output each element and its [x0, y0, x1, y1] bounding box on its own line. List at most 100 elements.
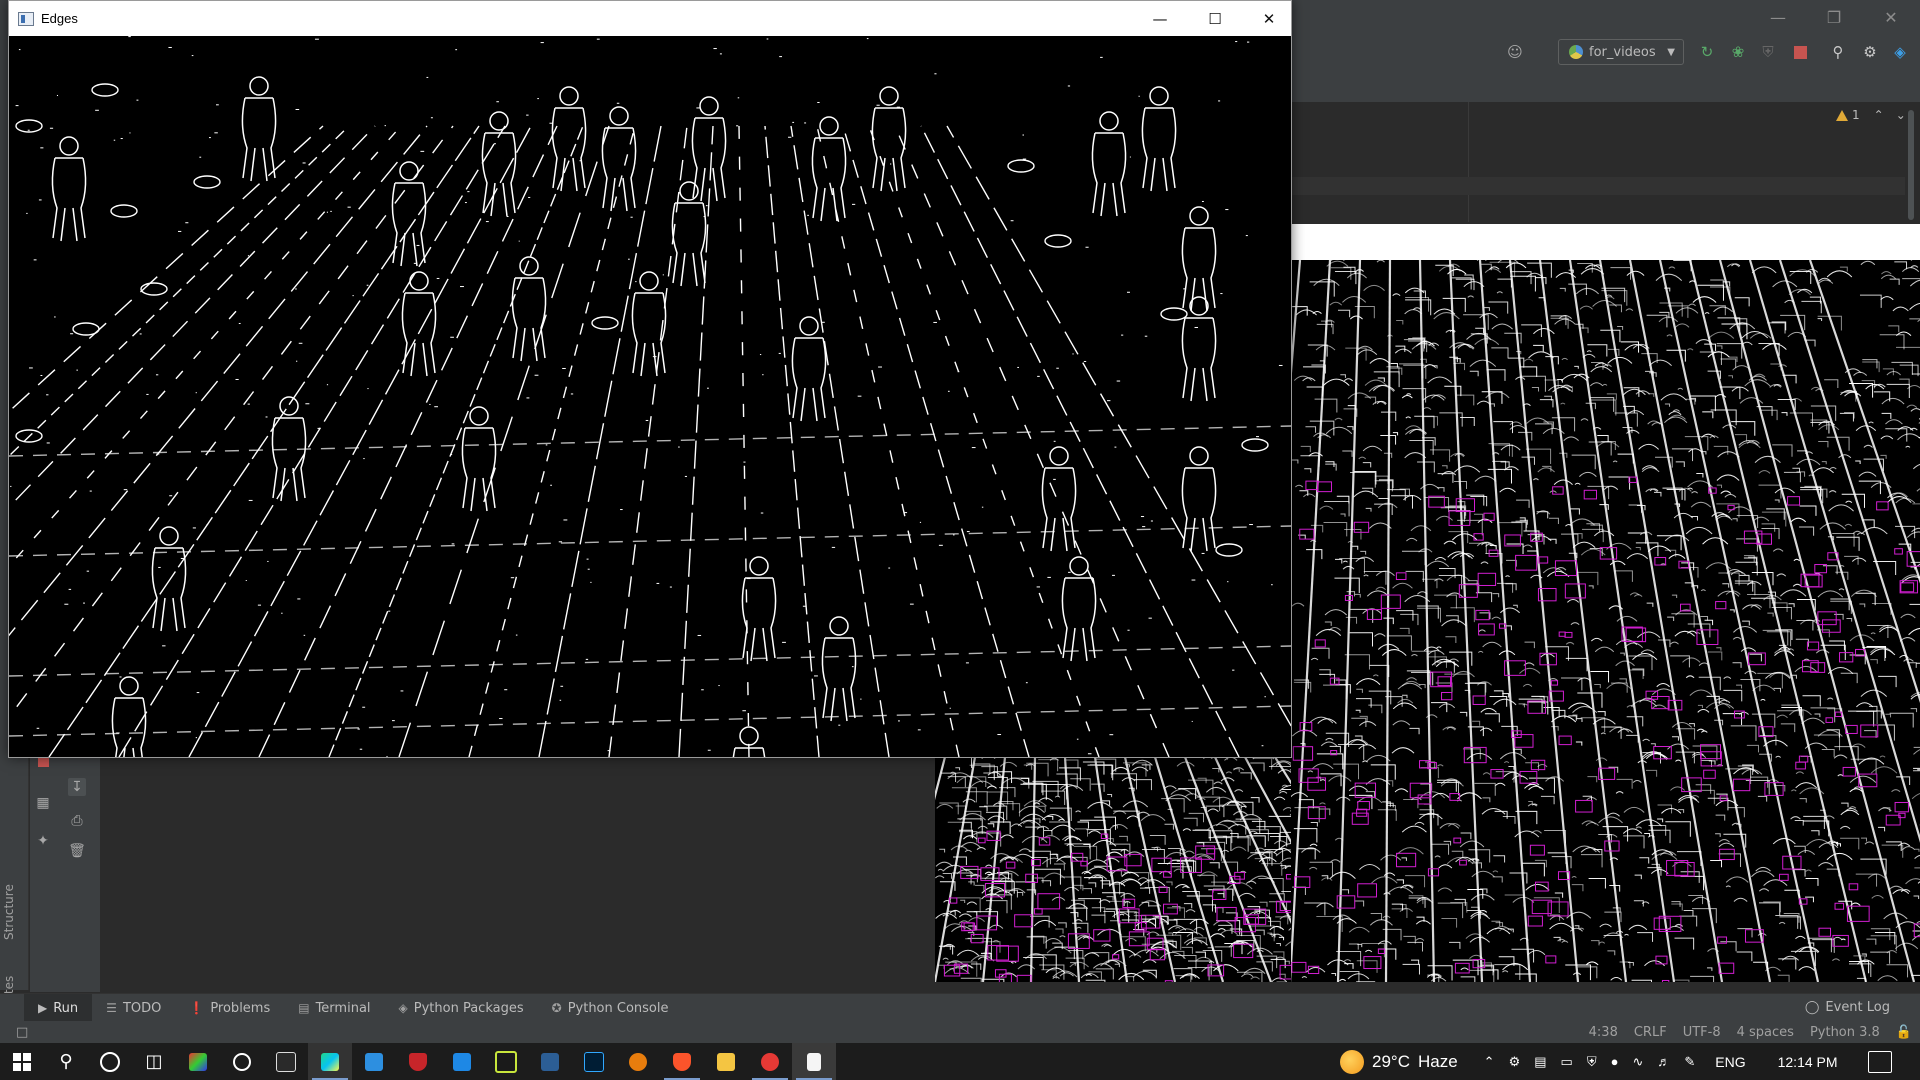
clock[interactable]: 12:14 PM [1778, 1054, 1838, 1070]
jetbrains-icon[interactable]: ◈ [1890, 42, 1910, 62]
taskbar-unreal[interactable] [220, 1043, 264, 1080]
status-indent[interactable]: 4 spaces [1729, 1025, 1802, 1040]
maximize-button[interactable]: ☐ [1192, 1, 1238, 36]
status-interpreter[interactable]: Python 3.8 [1802, 1025, 1888, 1040]
tab-terminal-label: Terminal [315, 1000, 371, 1016]
taskbar-app-blue[interactable] [440, 1043, 484, 1080]
taskbar-notes[interactable] [792, 1043, 836, 1080]
tab-todo[interactable]: ☰ TODO [92, 994, 175, 1022]
trash-icon[interactable]: 🗑 [68, 842, 86, 860]
powershell-icon [541, 1052, 559, 1071]
volume-icon[interactable]: ♬ [1657, 1054, 1670, 1069]
chevron-up-icon[interactable]: ⌃ [1484, 1054, 1495, 1070]
taskbar-photoshop[interactable] [572, 1043, 616, 1080]
taskbar-app-red[interactable] [748, 1043, 792, 1080]
edges-titlebar[interactable]: Edges — ☐ ✕ [9, 1, 1291, 36]
system-tray: 29°C Haze ⌃ ⚙ ▤ ▭ ⛨ ● ∿ ♬ ✎ ENG 12:14 PM [1340, 1043, 1838, 1080]
notes-icon [807, 1052, 821, 1071]
ide-restore-button[interactable]: ❐ [1811, 0, 1857, 34]
taskbar-vscode[interactable] [352, 1043, 396, 1080]
packages-icon: ◈ [398, 1001, 408, 1015]
pin-icon[interactable]: ✦ [34, 832, 52, 850]
minimize-button[interactable]: — [1137, 1, 1183, 36]
run-console[interactable] [100, 752, 935, 992]
tab-terminal[interactable]: ▤ Terminal [284, 994, 384, 1022]
app-blue-icon [453, 1052, 471, 1071]
tab-python-console[interactable]: ✪ Python Console [538, 994, 683, 1022]
editor-scrollbar[interactable] [1908, 110, 1914, 220]
search-icon[interactable]: ⚲ [1828, 42, 1848, 62]
taskbar-antivirus[interactable] [396, 1043, 440, 1080]
canny-window-titlebar[interactable] [1290, 224, 1920, 260]
weather-temp: 29°C [1372, 1051, 1410, 1071]
structure-tab[interactable]: Structure [2, 884, 16, 940]
tab-python-packages-label: Python Packages [413, 1000, 524, 1016]
task-view-icon: ◫ [145, 1051, 163, 1072]
tab-problems[interactable]: ❗ Problems [175, 994, 284, 1022]
windows-logo-icon [13, 1052, 31, 1071]
status-encoding[interactable]: UTF-8 [1675, 1025, 1729, 1040]
edges-window[interactable]: Edges — ☐ ✕ [0, 0, 1310, 832]
taskbar-blender[interactable] [616, 1043, 660, 1080]
debug-icon[interactable]: ❀ [1728, 42, 1748, 62]
cortana-button[interactable] [88, 1043, 132, 1080]
wifi-icon[interactable]: ∿ [1632, 1054, 1643, 1070]
settings-tray-icon[interactable]: ⚙ [1509, 1054, 1521, 1070]
chevron-up-icon[interactable]: ⌃ [1874, 108, 1884, 122]
start-button[interactable] [0, 1043, 44, 1080]
run-config-selector[interactable]: for_videos ▼ [1558, 39, 1684, 65]
task-view-button[interactable]: ◫ [132, 1043, 176, 1080]
stop-icon [1793, 45, 1807, 59]
tab-run[interactable]: ▶ Run [24, 994, 93, 1022]
ide-close-button[interactable]: ✕ [1868, 0, 1914, 34]
tab-run-label: Run [53, 1000, 79, 1016]
print-icon[interactable]: ⎙ [68, 812, 86, 830]
tab-python-packages[interactable]: ◈ Python Packages [385, 994, 538, 1022]
notification-icon[interactable] [1868, 1051, 1892, 1073]
status-line-separator[interactable]: CRLF [1626, 1025, 1675, 1040]
layout-toggle-icon[interactable]: □ [8, 1025, 36, 1040]
inspection-count: 1 [1852, 108, 1860, 122]
vscode-icon [365, 1052, 383, 1071]
edges-window-title: Edges [41, 11, 78, 26]
coverage-icon[interactable]: ⛨ [1758, 42, 1778, 62]
rerun-icon[interactable]: ↻ [1697, 42, 1717, 62]
close-button[interactable]: ✕ [1246, 1, 1292, 36]
language-indicator[interactable]: ENG [1715, 1054, 1745, 1070]
stop-button[interactable] [1790, 42, 1810, 62]
inspection-widget[interactable]: 1 ⌃ ⌄ [1836, 108, 1906, 122]
microphone-icon[interactable]: ● [1611, 1054, 1619, 1069]
bold-tray-icon[interactable]: ▤ [1534, 1054, 1546, 1070]
user-icon[interactable]: ☺ [1505, 42, 1525, 62]
taskbar-pycharm[interactable] [308, 1043, 352, 1080]
layout-icon[interactable]: ▦ [34, 794, 52, 812]
pen-icon[interactable]: ✎ [1684, 1054, 1695, 1070]
lock-icon[interactable]: 🔓 [1888, 1025, 1920, 1040]
cortana-icon [100, 1051, 120, 1072]
scroll-to-end-icon[interactable]: ↧ [68, 778, 86, 796]
taskbar-brave[interactable] [660, 1043, 704, 1080]
taskbar-app-1[interactable] [176, 1043, 220, 1080]
app-icon [18, 11, 34, 26]
weather-widget[interactable]: 29°C Haze [1340, 1049, 1458, 1074]
windows-taskbar: ⚲ ◫ 29°C Haze ⌃ ⚙ ▤ ▭ ⛨ ● ∿ ♬ ✎ ENG 12:1… [0, 1043, 1920, 1080]
canny-image-window-lower[interactable] [935, 757, 1291, 982]
taskbar-explorer[interactable] [704, 1043, 748, 1080]
app-1-icon [189, 1052, 207, 1071]
python-icon [1569, 45, 1583, 59]
taskbar-epic[interactable] [264, 1043, 308, 1080]
canny-image-window[interactable] [1290, 260, 1920, 982]
shield-tray-icon[interactable]: ⛨ [1587, 1054, 1597, 1070]
event-log-button[interactable]: ◯ Event Log [1805, 993, 1890, 1021]
status-position[interactable]: 4:38 [1581, 1025, 1626, 1040]
gear-icon[interactable]: ⚙ [1860, 42, 1880, 62]
taskbar-powershell[interactable] [528, 1043, 572, 1080]
chevron-down-icon[interactable]: ⌄ [1896, 108, 1906, 122]
edges-image [0, 36, 1310, 832]
ide-minimize-button[interactable]: — [1755, 0, 1801, 34]
search-button[interactable]: ⚲ [44, 1043, 88, 1080]
run-tool-icons: ▦ ✦ ↩ ↧ ⎙ 🗑 [30, 745, 101, 992]
taskbar-pycharm-ce[interactable] [484, 1043, 528, 1080]
battery-icon[interactable]: ▭ [1561, 1054, 1573, 1070]
app-red-icon [761, 1052, 779, 1071]
